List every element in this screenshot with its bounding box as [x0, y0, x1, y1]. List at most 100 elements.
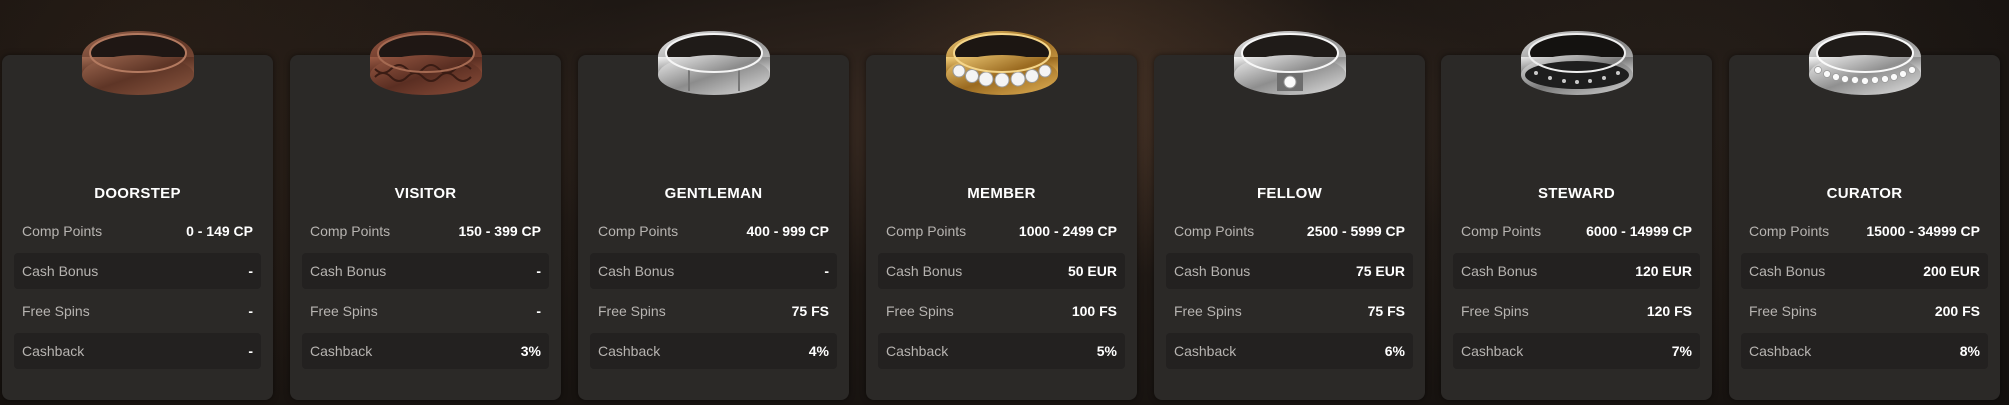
tier-card-doorstep: DOORSTEP Comp Points 0 - 149 CP Cash Bonu… [2, 31, 273, 400]
row-value: 0 - 149 CP [186, 223, 253, 239]
black-studded-ring-icon [1512, 7, 1642, 117]
cashback-row: Cashback 3% [302, 333, 549, 369]
cashback-row: Cashback - [14, 333, 261, 369]
cash-bonus-row: Cash Bonus 200 EUR [1741, 253, 1988, 289]
row-label: Free Spins [886, 303, 954, 319]
tier-title: MEMBER [967, 185, 1036, 202]
tier-benefits-list: Comp Points 2500 - 5999 CP Cash Bonus 75 E… [1166, 213, 1413, 373]
row-label: Cashback [22, 343, 85, 359]
copper-plain-ring-icon [73, 7, 203, 117]
row-label: Cash Bonus [1461, 263, 1538, 279]
row-label: Comp Points [310, 223, 391, 239]
platinum-diamond-ring-icon [1800, 7, 1930, 117]
row-value: 120 FS [1646, 303, 1692, 319]
row-label: Cash Bonus [310, 263, 387, 279]
comp-points-row: Comp Points 15000 - 34999 CP [1741, 213, 1988, 249]
row-label: Free Spins [1749, 303, 1817, 319]
row-label: Free Spins [22, 303, 90, 319]
row-label: Comp Points [598, 223, 679, 239]
row-label: Free Spins [1461, 303, 1529, 319]
cash-bonus-row: Cash Bonus - [590, 253, 837, 289]
row-value: 400 - 999 CP [746, 223, 830, 239]
row-label: Comp Points [886, 223, 967, 239]
tier-card-gentleman: GENTLEMAN Comp Points 400 - 999 CP Cash B… [578, 31, 849, 400]
row-value: 75 FS [791, 303, 829, 319]
cash-bonus-row: Cash Bonus 120 EUR [1453, 253, 1700, 289]
cashback-row: Cashback 8% [1741, 333, 1988, 369]
tier-card-curator: CURATOR Comp Points 15000 - 34999 CP Cash… [1729, 31, 2000, 400]
tier-benefits-list: Comp Points 15000 - 34999 CP Cash Bonus 20… [1741, 213, 1988, 373]
silver-ring-icon [649, 7, 779, 117]
gold-diamond-ring-icon [937, 7, 1067, 117]
silver-solitaire-ring-icon [1225, 7, 1355, 117]
row-value: 50 EUR [1067, 263, 1117, 279]
free-spins-row: Free Spins - [302, 293, 549, 329]
tier-title: FELLOW [1256, 185, 1323, 202]
cash-bonus-row: Cash Bonus - [14, 253, 261, 289]
row-value: 200 EUR [1923, 263, 1980, 279]
free-spins-row: Free Spins 200 FS [1741, 293, 1988, 329]
row-value: 7% [1671, 343, 1692, 359]
tier-title: GENTLEMAN [664, 185, 763, 202]
row-value: 1000 - 2499 CP [1018, 223, 1117, 239]
row-label: Cashback [1461, 343, 1524, 359]
comp-points-row: Comp Points 400 - 999 CP [590, 213, 837, 249]
cashback-row: Cashback 4% [590, 333, 837, 369]
row-label: Free Spins [1174, 303, 1242, 319]
row-label: Cashback [1749, 343, 1812, 359]
cash-bonus-row: Cash Bonus 75 EUR [1166, 253, 1413, 289]
tier-card-visitor: VISITOR Comp Points 150 - 399 CP Cash Bon… [290, 31, 561, 400]
row-label: Cashback [598, 343, 661, 359]
tier-benefits-list: Comp Points 400 - 999 CP Cash Bonus - Free… [590, 213, 837, 373]
tier-benefits-list: Comp Points 1000 - 2499 CP Cash Bonus 50 E… [878, 213, 1125, 373]
row-label: Comp Points [1174, 223, 1255, 239]
vip-tier-cards: DOORSTEP Comp Points 0 - 149 CP Cash Bonu… [0, 0, 2009, 405]
free-spins-row: Free Spins 120 FS [1453, 293, 1700, 329]
row-label: Cash Bonus [22, 263, 99, 279]
tier-title: DOORSTEP [94, 185, 181, 202]
row-value: - [536, 263, 541, 279]
comp-points-row: Comp Points 2500 - 5999 CP [1166, 213, 1413, 249]
row-label: Comp Points [22, 223, 103, 239]
row-value: 120 EUR [1635, 263, 1692, 279]
copper-engraved-ring-icon [361, 7, 491, 117]
row-value: - [824, 263, 829, 279]
row-label: Free Spins [310, 303, 378, 319]
comp-points-row: Comp Points 6000 - 14999 CP [1453, 213, 1700, 249]
row-value: - [248, 263, 253, 279]
row-value: 3% [520, 343, 541, 359]
row-value: 8% [1959, 343, 1980, 359]
row-value: 75 FS [1367, 303, 1405, 319]
row-value: - [536, 303, 541, 319]
row-value: 5% [1096, 343, 1117, 359]
tier-title: VISITOR [394, 185, 457, 202]
row-value: 6% [1384, 343, 1405, 359]
row-label: Comp Points [1749, 223, 1830, 239]
tier-card-fellow: FELLOW Comp Points 2500 - 5999 CP Cash Bo… [1154, 31, 1425, 400]
comp-points-row: Comp Points 1000 - 2499 CP [878, 213, 1125, 249]
tier-card-steward: STEWARD Comp Points 6000 - 14999 CP Cash … [1441, 31, 1712, 400]
tier-card-member: MEMBER Comp Points 1000 - 2499 CP Cash Bo… [866, 31, 1137, 400]
row-label: Free Spins [598, 303, 666, 319]
tier-benefits-list: Comp Points 0 - 149 CP Cash Bonus - Free S… [14, 213, 261, 373]
cash-bonus-row: Cash Bonus - [302, 253, 549, 289]
free-spins-row: Free Spins 100 FS [878, 293, 1125, 329]
row-label: Cash Bonus [1174, 263, 1251, 279]
comp-points-row: Comp Points 150 - 399 CP [302, 213, 549, 249]
cash-bonus-row: Cash Bonus 50 EUR [878, 253, 1125, 289]
row-value: 100 FS [1071, 303, 1117, 319]
row-label: Comp Points [1461, 223, 1542, 239]
row-value: - [248, 303, 253, 319]
row-label: Cash Bonus [1749, 263, 1826, 279]
free-spins-row: Free Spins 75 FS [590, 293, 837, 329]
tier-benefits-list: Comp Points 150 - 399 CP Cash Bonus - Free… [302, 213, 549, 373]
row-label: Cash Bonus [598, 263, 675, 279]
row-label: Cashback [1174, 343, 1237, 359]
free-spins-row: Free Spins - [14, 293, 261, 329]
row-label: Cashback [886, 343, 949, 359]
tier-title: STEWARD [1537, 185, 1616, 202]
cashback-row: Cashback 7% [1453, 333, 1700, 369]
tier-title: CURATOR [1826, 185, 1903, 202]
comp-points-row: Comp Points 0 - 149 CP [14, 213, 261, 249]
row-label: Cash Bonus [886, 263, 963, 279]
